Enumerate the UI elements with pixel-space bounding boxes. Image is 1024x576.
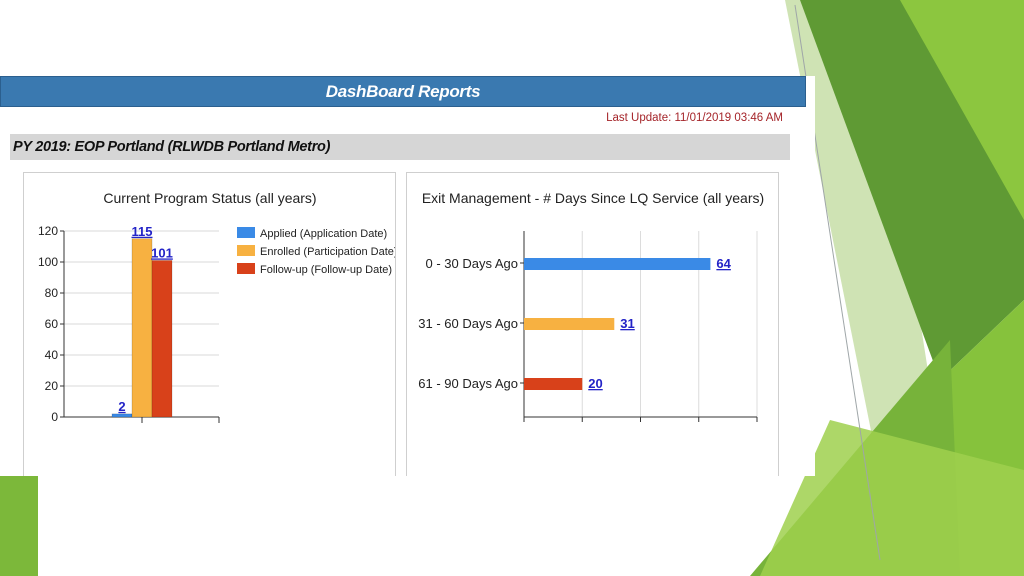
data-label-applied[interactable]: 2 [118, 399, 125, 414]
legend-label: Applied (Application Date) [260, 228, 387, 240]
chart-title: Exit Management - # Days Since LQ Servic… [422, 190, 764, 206]
current-program-status-panel: Current Program Status (all years) 0 20 40 6… [23, 172, 396, 476]
program-title: PY 2019: EOP Portland (RLWDB Portland Me… [13, 139, 331, 155]
y-tick-label: 60 [45, 317, 59, 331]
data-label-bar-3[interactable]: 20 [588, 376, 602, 391]
legend-label: Enrolled (Participation Date) [260, 246, 395, 258]
exit-management-chart: Exit Management - # Days Since LQ Servic… [418, 190, 764, 422]
dashboard-title: DashBoard Reports [325, 81, 481, 101]
chart-title: Current Program Status (all years) [103, 190, 316, 206]
bar-enrolled[interactable] [131, 238, 153, 418]
data-label-bar-1[interactable]: 64 [716, 256, 731, 271]
bar-3[interactable] [524, 378, 583, 390]
y-tick-label: 0 [51, 410, 58, 424]
bar-1[interactable] [524, 258, 711, 270]
data-label-enrolled[interactable]: 115 [132, 224, 153, 239]
y-tick-label: 100 [38, 255, 58, 269]
program-bar: PY 2019: EOP Portland (RLWDB Portland Me… [10, 134, 790, 160]
dashboard-header: DashBoard Reports [0, 76, 806, 107]
last-update-text: Last Update: 11/01/2019 03:46 AM [606, 112, 783, 124]
category-label: 0 - 30 Days Ago [426, 256, 519, 271]
y-tick-label: 20 [45, 379, 59, 393]
legend-label: Follow-up (Follow-up Date) [260, 264, 392, 276]
bar-2[interactable] [524, 318, 615, 330]
dashboard-screenshot: DashBoard Reports Last Update: 11/01/201… [0, 76, 815, 476]
y-tick-label: 120 [38, 224, 58, 238]
y-tick-label: 80 [45, 286, 59, 300]
legend-swatch [237, 227, 255, 238]
bar-followup[interactable] [151, 260, 173, 418]
category-label: 61 - 90 Days Ago [418, 376, 518, 391]
bar-applied[interactable] [111, 413, 133, 418]
y-tick-label: 40 [45, 348, 59, 362]
current-program-status-chart: Current Program Status (all years) 0 20 40 6… [38, 190, 395, 424]
data-label-follow-up[interactable]: 101 [151, 245, 173, 260]
legend-swatch [237, 263, 255, 274]
exit-management-panel: Exit Management - # Days Since LQ Servic… [406, 172, 779, 476]
category-label: 31 - 60 Days Ago [418, 316, 518, 331]
data-label-bar-2[interactable]: 31 [620, 316, 634, 331]
legend-swatch [237, 245, 255, 256]
